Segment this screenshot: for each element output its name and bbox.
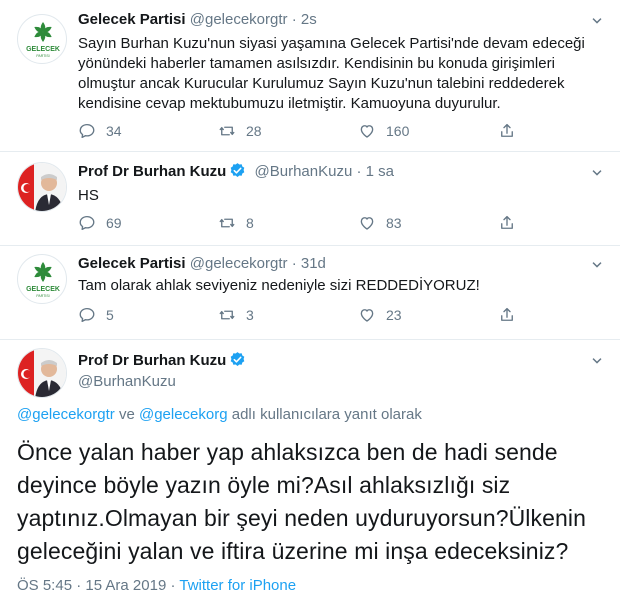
- retweet-button[interactable]: 3: [218, 306, 254, 324]
- like-count: 160: [386, 123, 410, 139]
- replying-handle-link[interactable]: @gelecekorgtr: [17, 406, 115, 423]
- avatar-burhan-kuzu[interactable]: [17, 348, 67, 398]
- tweet-header: Prof Dr Burhan Kuzu @BurhanKuzu · 1 sa: [78, 162, 394, 182]
- reply-count: 5: [106, 307, 114, 323]
- profile-photo-icon: [18, 349, 66, 397]
- share-button[interactable]: [498, 122, 516, 140]
- separator-dot: ·: [72, 577, 86, 594]
- avatar-burhan-kuzu[interactable]: [17, 162, 67, 212]
- separator-dot: ·: [291, 255, 297, 272]
- retweet-button[interactable]: 8: [218, 214, 254, 232]
- main-tweet-name-row: Prof Dr Burhan Kuzu: [78, 351, 250, 371]
- tweet-text: HS: [78, 187, 99, 204]
- like-icon: [360, 217, 374, 230]
- main-tweet-handle-row: @BurhanKuzu: [78, 372, 176, 392]
- verified-icon: [231, 163, 245, 177]
- retweet-icon: [219, 126, 235, 136]
- like-button[interactable]: 160: [358, 122, 409, 140]
- retweet-count: 28: [246, 123, 262, 139]
- like-icon: [360, 309, 374, 322]
- avatar-gelecek[interactable]: GELECEK PARTISI: [17, 254, 67, 304]
- display-name[interactable]: Prof Dr Burhan Kuzu: [78, 163, 226, 180]
- tweet-1[interactable]: GELECEK PARTISI Gelecek Partisi @gelecek…: [0, 0, 620, 150]
- gelecek-logo-icon: GELECEK PARTISI: [26, 22, 60, 58]
- tweet-timestamp[interactable]: ÖS 5:45: [17, 577, 72, 594]
- replying-suffix: adlı kullanıcılara yanıt olarak: [227, 406, 422, 423]
- display-name[interactable]: Gelecek Partisi: [78, 11, 186, 28]
- replying-to: @gelecekorgtr ve @gelecekorg adlı kullan…: [17, 406, 422, 423]
- reply-button[interactable]: 69: [78, 214, 122, 232]
- tweet-actions: 34 28 160: [78, 122, 528, 142]
- share-button[interactable]: [498, 214, 516, 232]
- reply-button[interactable]: 5: [78, 306, 114, 324]
- display-name[interactable]: Gelecek Partisi: [78, 255, 186, 272]
- caret-down-icon[interactable]: [588, 12, 606, 30]
- replying-handle-link[interactable]: @gelecekorg: [139, 406, 228, 423]
- retweet-count: 8: [246, 215, 254, 231]
- caret-down-icon[interactable]: [588, 352, 606, 370]
- reply-count: 69: [106, 215, 122, 231]
- main-tweet-text: Önce yalan haber yap ahlaksızca ben de h…: [17, 439, 587, 564]
- user-handle[interactable]: @gelecekorgtr: [190, 11, 288, 28]
- tweet-actions: 5 3 23: [78, 306, 528, 326]
- display-name[interactable]: Prof Dr Burhan Kuzu: [78, 352, 226, 369]
- tweet-header: Gelecek Partisi @gelecekorgtr · 31d: [78, 254, 326, 274]
- user-handle[interactable]: @BurhanKuzu: [78, 373, 176, 390]
- reply-icon: [79, 123, 95, 139]
- tweet-time[interactable]: 1 sa: [366, 163, 394, 180]
- tweet-time[interactable]: 2s: [301, 11, 317, 28]
- share-icon: [501, 215, 513, 229]
- retweet-icon: [219, 218, 235, 228]
- like-button[interactable]: 23: [358, 306, 402, 324]
- tweet-2[interactable]: Prof Dr Burhan Kuzu @BurhanKuzu · 1 sa H…: [0, 152, 620, 245]
- caret-down-icon[interactable]: [588, 256, 606, 274]
- separator-dot: ·: [166, 577, 180, 594]
- tweet-time[interactable]: 31d: [301, 255, 326, 272]
- share-button[interactable]: [498, 306, 516, 324]
- reply-count: 34: [106, 123, 122, 139]
- profile-photo-icon: [18, 163, 66, 211]
- tweet-date[interactable]: 15 Ara 2019: [85, 577, 166, 594]
- user-handle[interactable]: @BurhanKuzu: [255, 163, 353, 180]
- retweet-icon: [219, 310, 235, 320]
- svg-text:GELECEK: GELECEK: [26, 46, 60, 53]
- tweet-source-link[interactable]: Twitter for iPhone: [179, 577, 296, 594]
- like-count: 83: [386, 215, 402, 231]
- caret-down-icon[interactable]: [588, 164, 606, 182]
- share-icon: [501, 123, 513, 137]
- svg-text:PARTISI: PARTISI: [36, 294, 49, 298]
- like-button[interactable]: 83: [358, 214, 402, 232]
- verified-icon: [231, 352, 245, 366]
- reply-icon: [79, 215, 95, 231]
- tweet-text: Tam olarak ahlak seviyeniz nedeniyle siz…: [78, 277, 480, 294]
- separator-dot: ·: [291, 11, 297, 28]
- reply-button[interactable]: 34: [78, 122, 122, 140]
- retweet-count: 3: [246, 307, 254, 323]
- retweet-button[interactable]: 28: [218, 122, 262, 140]
- separator-dot: ·: [356, 163, 362, 180]
- tweet-meta: ÖS 5:45 · 15 Ara 2019 · Twitter for iPho…: [17, 577, 296, 594]
- like-icon: [360, 125, 374, 138]
- gelecek-logo-icon: GELECEK PARTISI: [26, 262, 60, 298]
- tweet-header: Gelecek Partisi @gelecekorgtr · 2s: [78, 10, 317, 30]
- tweet-actions: 69 8 83: [78, 214, 528, 234]
- share-icon: [501, 307, 513, 321]
- tweet-3[interactable]: GELECEK PARTISI Gelecek Partisi @gelecek…: [0, 246, 620, 339]
- replying-and: ve: [114, 406, 139, 423]
- user-handle[interactable]: @gelecekorgtr: [190, 255, 288, 272]
- svg-text:PARTISI: PARTISI: [36, 54, 49, 58]
- tweet-text: Sayın Burhan Kuzu'nun siyasi yaşamına Ge…: [78, 35, 585, 112]
- like-count: 23: [386, 307, 402, 323]
- reply-icon: [79, 307, 95, 323]
- svg-text:GELECEK: GELECEK: [26, 286, 60, 293]
- avatar-gelecek[interactable]: GELECEK PARTISI: [17, 14, 67, 64]
